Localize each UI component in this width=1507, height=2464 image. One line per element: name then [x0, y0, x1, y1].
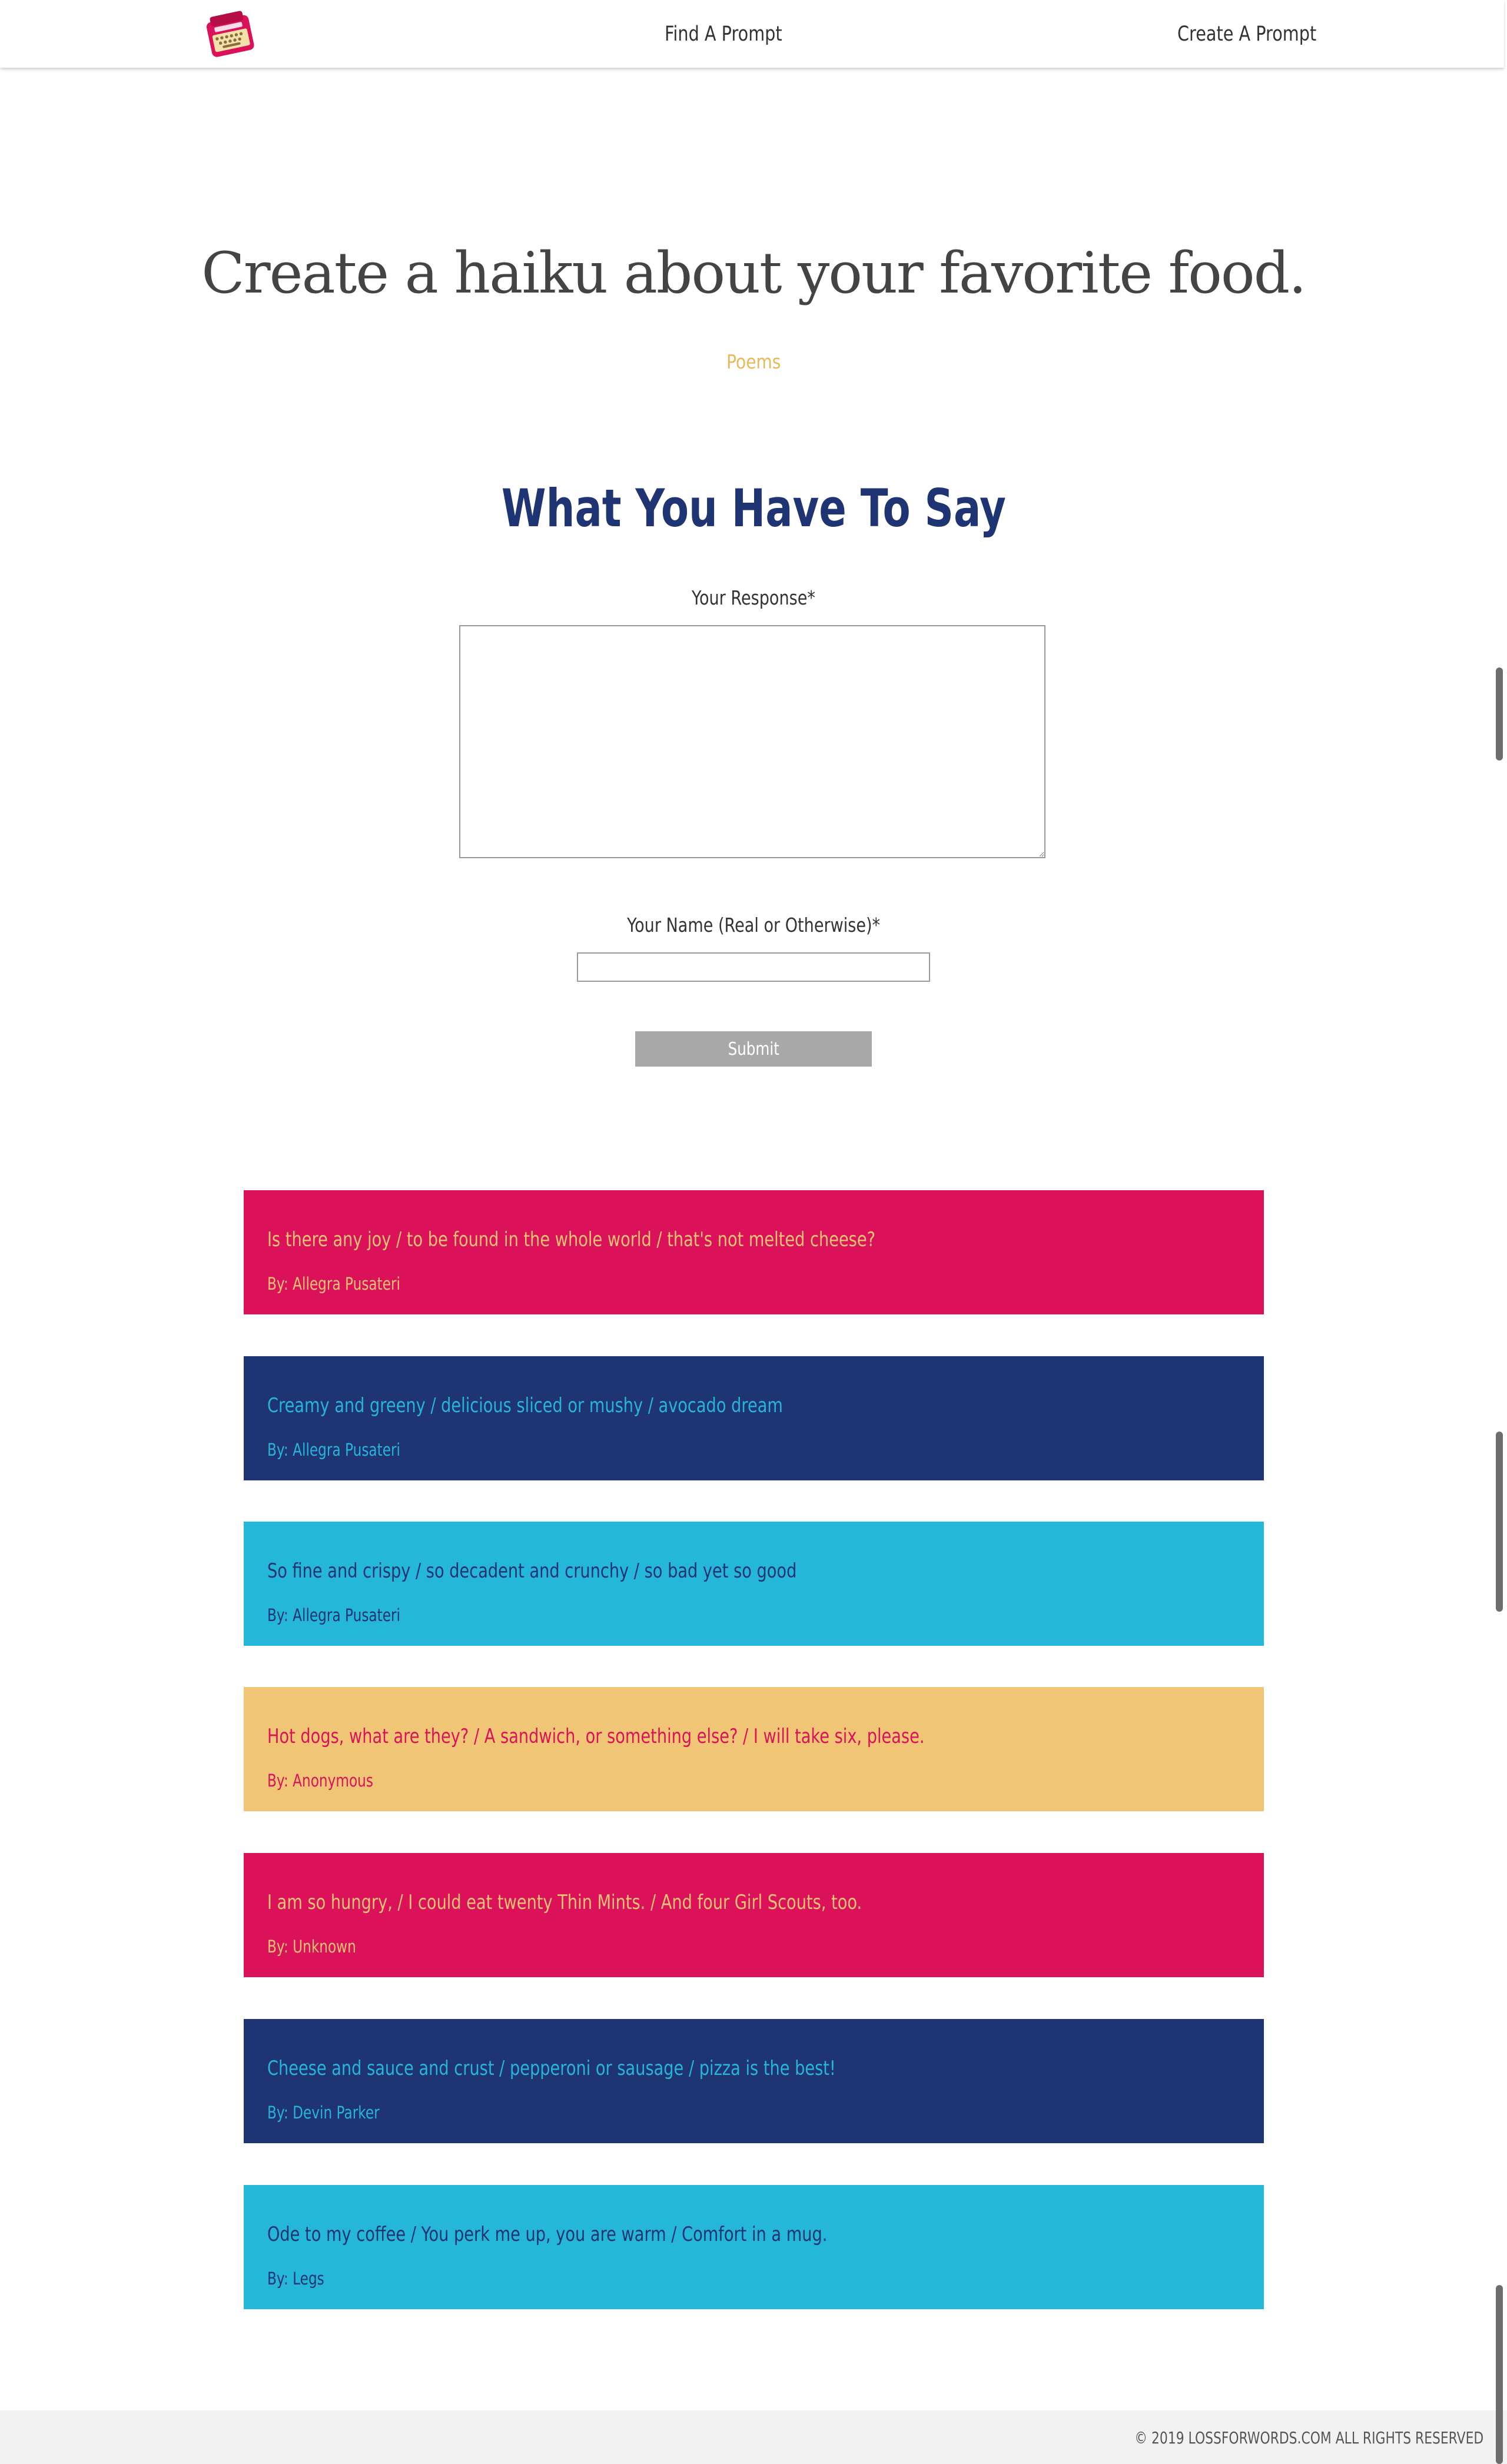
typewriter-icon[interactable]	[200, 5, 261, 66]
response-text: Hot dogs, what are they? / A sandwich, o…	[267, 1725, 925, 1748]
prompt-title: Create a haiku about your favorite food.	[201, 240, 1306, 306]
response-text: Is there any joy / to be found in the wh…	[267, 1228, 876, 1251]
response-card: Creamy and greeny / delicious sliced or …	[244, 1356, 1264, 1480]
response-card: Hot dogs, what are they? / A sandwich, o…	[244, 1687, 1264, 1811]
name-label-text: Your Name (Real or Otherwise)*	[627, 914, 880, 937]
section-heading-text: What You Have To Say	[501, 478, 1006, 539]
response-card: Is there any joy / to be found in the wh…	[244, 1190, 1264, 1314]
response-text: Cheese and sauce and crust / pepperoni o…	[267, 2057, 836, 2080]
response-author: By: Unknown	[267, 1937, 356, 1957]
scrollbar-thumb[interactable]	[1496, 2285, 1503, 2464]
nav-create-prompt[interactable]: Create A Prompt	[1177, 22, 1316, 46]
name-label: Your Name (Real or Otherwise)*	[0, 914, 1507, 937]
response-text: Creamy and greeny / delicious sliced or …	[267, 1394, 783, 1417]
scrollbar-thumb[interactable]	[1496, 668, 1503, 761]
response-author: By: Allegra Pusateri	[267, 1274, 400, 1294]
response-author: By: Allegra Pusateri	[267, 1440, 400, 1460]
response-author: By: Devin Parker	[267, 2103, 380, 2123]
response-text: Ode to my coffee / You perk me up, you a…	[267, 2223, 828, 2246]
category-link[interactable]: Poems	[0, 350, 1507, 373]
submit-label: Submit	[728, 1038, 779, 1060]
response-text: So fine and crispy / so decadent and cru…	[267, 1559, 797, 1583]
copyright-text: © 2019 LOSSFORWORDS.COM ALL RIGHTS RESER…	[1134, 2428, 1483, 2448]
response-label-text: Your Response*	[692, 586, 815, 609]
name-input[interactable]	[577, 952, 930, 982]
response-card: Cheese and sauce and crust / pepperoni o…	[244, 2019, 1264, 2143]
nav-find-prompt[interactable]: Find A Prompt	[665, 22, 782, 46]
scrollbar-thumb[interactable]	[1496, 1432, 1503, 1612]
response-author: By: Allegra Pusateri	[267, 1605, 400, 1625]
response-card: I am so hungry, / I could eat twenty Thi…	[244, 1853, 1264, 1977]
submit-button[interactable]: Submit	[635, 1031, 872, 1067]
section-heading: What You Have To Say	[0, 478, 1507, 539]
response-author: By: Legs	[267, 2269, 324, 2289]
response-text: I am so hungry, / I could eat twenty Thi…	[267, 1891, 862, 1914]
category-label: Poems	[726, 350, 781, 373]
response-author: By: Anonymous	[267, 1771, 373, 1791]
response-textarea[interactable]	[459, 625, 1045, 858]
site-header: Find A Prompt Create A Prompt	[0, 0, 1504, 68]
response-label: Your Response*	[0, 586, 1507, 609]
site-footer: © 2019 LOSSFORWORDS.COM ALL RIGHTS RESER…	[0, 2410, 1507, 2464]
response-card: Ode to my coffee / You perk me up, you a…	[244, 2185, 1264, 2309]
response-card: So fine and crispy / so decadent and cru…	[244, 1522, 1264, 1646]
